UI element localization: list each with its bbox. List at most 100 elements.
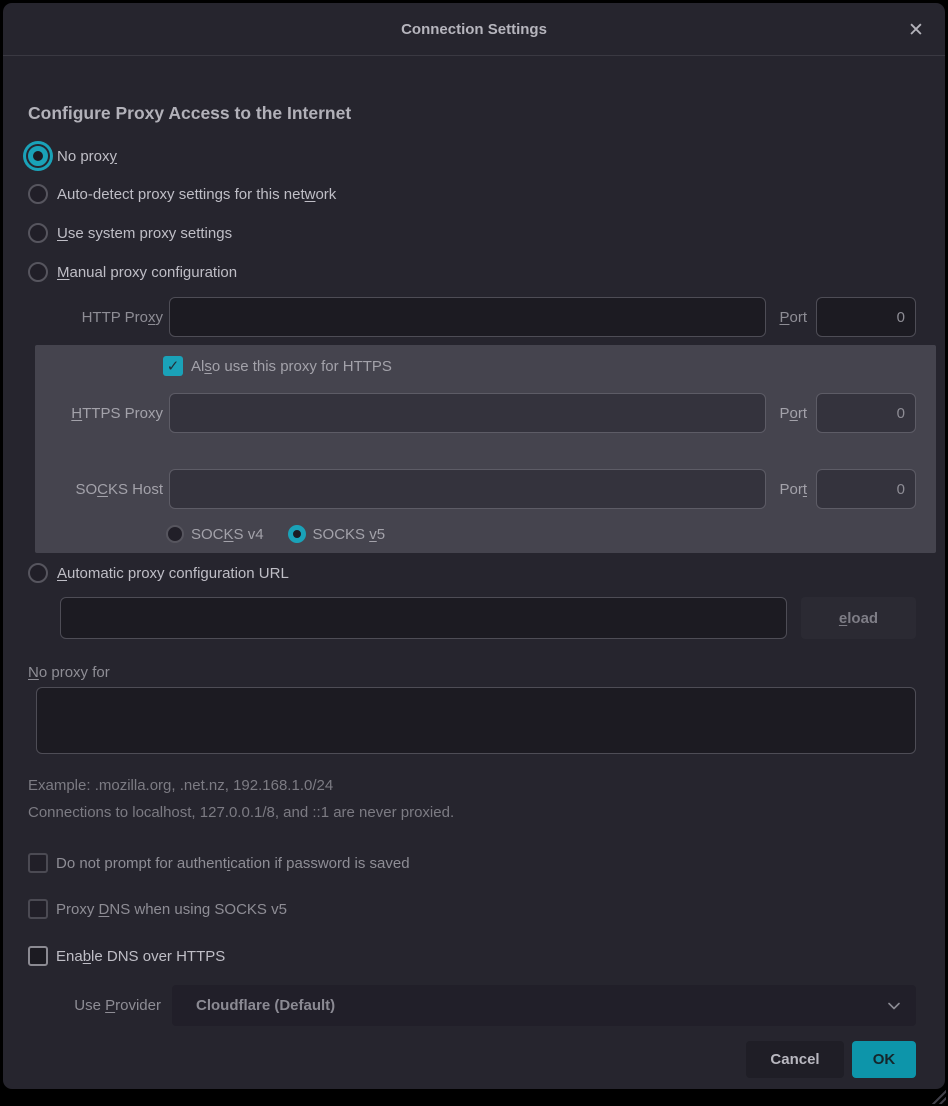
label-text: S v4 [234,526,264,543]
label-accesskey: U [57,225,68,242]
label-text: SO [75,481,97,498]
socks-port-label: Port [779,481,807,498]
http-port-input[interactable] [816,297,916,337]
label-accesskey: N [28,664,39,681]
label-text: load [847,610,878,627]
label-text: Auto-detect proxy settings for this net [57,186,305,203]
label-accesskey: x [148,309,156,326]
radio-manual-proxy[interactable]: Manual proxy configuration [28,260,237,284]
https-proxy-label: HTTPS Proxy [28,405,163,422]
never-proxied-note: Connections to localhost, 127.0.0.1/8, a… [28,804,454,821]
label-text: rt [798,405,807,422]
label-text: Do not prompt for authent [56,855,227,872]
radio-system-proxy[interactable]: Use system proxy settings [28,221,232,245]
http-proxy-input[interactable] [169,297,766,337]
socks-port-input[interactable] [816,469,916,509]
provider-dropdown[interactable]: Cloudflare (Default) [172,985,916,1026]
checkbox-label: Proxy DNS when using SOCKS v5 [56,901,287,918]
label-text: Use [74,997,105,1014]
label-text: TTPS Proxy [82,405,163,422]
radio-auto-url[interactable]: Automatic proxy configuration URL [28,561,289,585]
label-accesskey: s [204,358,212,375]
use-provider-label: Use Provider [28,997,161,1014]
radio-label: Automatic proxy configuration URL [57,565,289,582]
checkbox-icon [28,899,48,919]
label-text: No prox [57,148,110,165]
label-accesskey: A [57,565,67,582]
label-accesskey: C [97,481,108,498]
close-icon[interactable]: ✕ [903,17,929,43]
no-prompt-auth-checkbox[interactable]: Do not prompt for authentication if pass… [28,851,410,875]
http-port-label: Port [779,309,807,326]
https-port-label: Port [779,405,807,422]
label-text: 5 [377,526,385,543]
label-accesskey: o [789,405,797,422]
ok-button[interactable]: OK [852,1041,916,1078]
also-https-checkbox[interactable]: ✓ Also use this proxy for HTTPS [163,354,392,378]
label-text: SOCKS [313,526,370,543]
radio-socks-v5[interactable]: SOCKS v5 [288,525,386,543]
https-proxy-row: HTTPS Proxy Port [28,393,916,433]
socks-version-row: SOCKS v4 SOCKS v5 [166,523,385,545]
label-text: utomatic proxy configuration URL [67,565,289,582]
label-accesskey: M [57,264,70,281]
label-text: o proxy for [39,664,110,681]
label-text: Proxy [56,901,99,918]
socks-host-row: SOCKS Host Port [28,469,916,509]
label-accesskey: H [71,405,82,422]
auto-url-input[interactable] [60,597,787,639]
https-port-input[interactable] [816,393,916,433]
radio-button-icon [28,563,48,583]
radio-button-icon [28,262,48,282]
socks-host-input[interactable] [169,469,766,509]
radio-no-proxy[interactable]: No proxy [28,144,117,168]
label-accesskey: e [839,610,847,627]
example-note: Example: .mozilla.org, .net.nz, 192.168.… [28,777,333,794]
label-accesskey: b [83,948,91,965]
checkbox-label: Enable DNS over HTTPS [56,948,225,965]
proxy-dns-checkbox[interactable]: Proxy DNS when using SOCKS v5 [28,897,287,921]
no-proxy-for-label: No proxy for [28,661,110,683]
radio-label: Use system proxy settings [57,225,232,242]
label-text: anual proxy configuration [70,264,238,281]
provider-selected-value: Cloudflare (Default) [196,997,886,1014]
label-accesskey: v [369,526,377,543]
label-text: KS Host [108,481,163,498]
label-accesskey: t [803,481,807,498]
checkbox-label: Also use this proxy for HTTPS [191,358,392,375]
connection-settings-dialog: Connection Settings ✕ Configure Proxy Ac… [3,3,945,1089]
checkbox-checked-icon: ✓ [163,356,183,376]
label-text: ort [789,309,807,326]
dialog-titlebar: Connection Settings ✕ [3,3,945,56]
label-text: Ena [56,948,83,965]
radio-socks-v4[interactable]: SOCKS v4 [166,525,264,543]
provider-row: Use Provider Cloudflare (Default) [28,985,916,1026]
radio-button-icon [28,223,48,243]
https-proxy-input[interactable] [169,393,766,433]
radio-label: SOCKS v4 [191,526,264,543]
cancel-button[interactable]: Cancel [746,1041,844,1078]
radio-label: SOCKS v5 [313,526,386,543]
label-text: Por [779,481,802,498]
checkbox-icon [28,853,48,873]
label-accesskey: w [305,186,316,203]
enable-doh-checkbox[interactable]: Enable DNS over HTTPS [28,944,225,968]
label-text: NS when using SOCKS v5 [109,901,287,918]
radio-auto-detect[interactable]: Auto-detect proxy settings for this netw… [28,182,336,206]
label-accesskey: D [99,901,110,918]
http-proxy-label: HTTP Proxy [28,309,163,326]
label-text: Al [191,358,204,375]
page-title: Configure Proxy Access to the Internet [28,103,351,124]
radio-button-icon [288,525,306,543]
reload-button[interactable]: eload [801,597,916,639]
checkbox-icon [28,946,48,966]
socks-host-label: SOCKS Host [28,481,163,498]
radio-label: Auto-detect proxy settings for this netw… [57,186,336,203]
label-accesskey: P [779,309,789,326]
label-accesskey: P [105,997,115,1014]
label-text: rovider [115,997,161,1014]
radio-label: Manual proxy configuration [57,264,237,281]
label-text: SOC [191,526,224,543]
no-proxy-for-textarea[interactable] [36,687,916,754]
resize-grip[interactable] [930,1088,946,1104]
